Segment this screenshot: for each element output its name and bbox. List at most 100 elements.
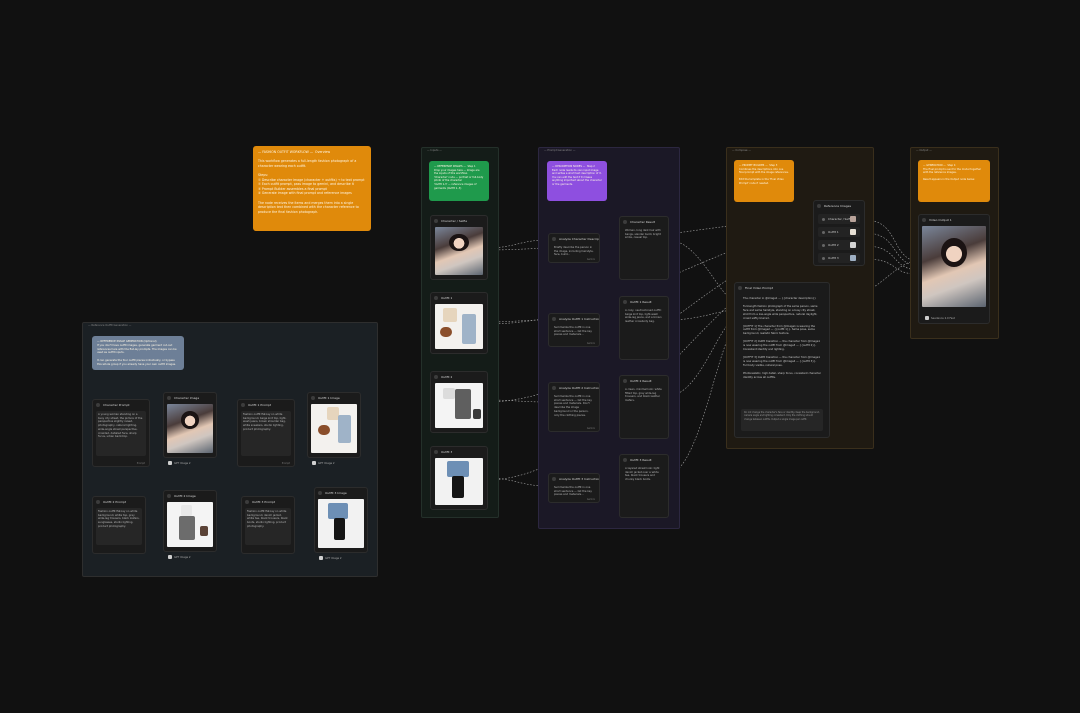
node-title: Character / Selfie [441,218,468,223]
outfit2-image-node[interactable]: Outfit 2 Image GPT Image 2 [163,490,217,559]
prompts-note[interactable]: — DESCRIPTION NODES — Step 2 Each node r… [547,161,607,201]
describe-outfit3-node[interactable]: Analyze Outfit 3 Instruction Summarize t… [548,473,600,503]
input-outfit1-image [435,304,483,349]
node-status-dot [96,402,100,407]
video-output-node[interactable]: Video Output 1 Seedance 2.0 Fast [918,214,990,324]
result-text: A layered street look: light denim jacke… [625,467,661,482]
node-status-dot [167,395,171,400]
outfit1-result-node[interactable]: Outfit 1 Result A cozy, neutral-toned ou… [619,296,669,360]
node-title: Outfit 2 Image [174,493,196,498]
final-prompt-node[interactable]: Final Video Prompt The character in @Ima… [734,282,830,438]
input-outfit2-node[interactable]: Outfit 2 [430,371,488,433]
node-footer: Gemini [586,258,595,261]
reference-generation-note-text: — REFERENCE IMAGE GENERATION (Optional) … [97,340,177,366]
outfit3-prompt-node[interactable]: Outfit 3 Prompt Fashion outfit flat-lay … [241,496,295,554]
prompts-note-text: — DESCRIPTION NODES — Step 2 Each node r… [552,165,602,186]
reference-row[interactable]: Outfit 1 [818,227,860,237]
node-status-dot [434,374,438,379]
reference-generation-note[interactable]: — REFERENCE IMAGE GENERATION (Optional) … [92,336,184,370]
input-character-node[interactable]: Character / Selfie [430,215,488,280]
node-status-dot [817,203,821,208]
describe-character-node[interactable]: Analyze Character Description Briefly de… [548,233,600,263]
workflow-canvas[interactable]: — FASHION OUTFIT WORKFLOW — Overview Thi… [0,0,1080,713]
prompt-text[interactable]: A young woman standing on a busy city st… [98,413,144,439]
node-title: Outfit 1 [441,295,453,300]
node-status-dot [434,295,438,300]
outfit2-prompt-node[interactable]: Outfit 2 Prompt Fashion outfit flat-lay … [92,496,146,554]
prompt-text[interactable]: Fashion outfit flat-lay on white backgro… [243,413,289,432]
node-title: Final Video Prompt [745,285,773,290]
input-outfit3-node[interactable]: Outfit 3 [430,446,488,510]
reference-images-node[interactable]: Reference Images Character / Selfie Outf… [813,200,865,266]
instruction-text[interactable]: Summarize the outfit in one short senten… [554,395,594,417]
outfit3-result-node[interactable]: Outfit 3 Result A layered street look: l… [619,454,669,518]
compose-note[interactable]: — PROMPT BUILDER — Step 3 Combines the d… [734,160,794,202]
compose-note-text: — PROMPT BUILDER — Step 3 Combines the d… [739,164,789,185]
model-icon [312,461,316,465]
outfit1-image-node[interactable]: Outfit 1 Image GPT Image 2 [307,392,361,465]
trousers-garment [452,476,464,498]
shoes-garment [473,409,481,419]
node-footer: Prompt [136,462,145,465]
instruction-text[interactable]: Summarize the outfit in one short senten… [554,326,594,337]
reference-row[interactable]: Outfit 3 [818,253,860,263]
instruction-text[interactable]: Summarize the outfit in one short senten… [554,486,594,497]
instruction-text[interactable]: Briefly describe the person in the image… [554,246,594,257]
group-title-compose: — Compose — [732,149,751,152]
model-icon [168,555,172,559]
node-title: Analyze Character Description [559,236,599,241]
group-title-inputs: — Inputs — [427,149,442,152]
node-title: Outfit 3 Result [630,457,652,462]
node-title: Outfit 1 Prompt [248,402,272,407]
top-garment [443,308,457,322]
node-status-dot [552,316,556,321]
result-text: A clean, minimal look: white fitted top,… [625,388,663,403]
input-outfit1-node[interactable]: Outfit 1 [430,292,488,354]
output-note[interactable]: — GENERATION — Step 4 The final prompt i… [918,160,990,202]
model-icon [168,461,172,465]
final-prompt-text[interactable]: The character in @Image1 — {{character d… [743,297,821,384]
overview-note[interactable]: — FASHION OUTFIT WORKFLOW — Overview Thi… [253,146,371,231]
character-image-node[interactable]: Character Image GPT Image 2 [163,392,217,465]
character-result-node[interactable]: Character Result Woman, long dark hair w… [619,216,669,280]
describe-outfit2-node[interactable]: Analyze Outfit 2 Instruction Summarize t… [548,382,600,432]
row-handle-icon [822,230,825,234]
trousers-garment [179,516,195,540]
node-title: Outfit 3 [441,449,453,454]
input-character-image [435,227,483,275]
node-title: Outfit 1 Image [318,395,340,400]
outfit1-image [311,404,357,453]
node-status-dot [434,449,438,454]
node-status-dot [623,219,627,224]
character-image [167,404,213,453]
node-title: Outfit 2 Prompt [103,499,127,504]
node-title: Outfit 3 Prompt [252,499,276,504]
outfit2-result-node[interactable]: Outfit 2 Result A clean, minimal look: w… [619,375,669,439]
node-status-dot [922,217,926,222]
node-title: Outfit 3 Image [325,490,347,495]
video-output-image [922,226,986,307]
input-outfit3-image [435,458,483,505]
inputs-note[interactable]: — REFERENCE IMAGES — Step 1 Drop your im… [429,161,489,201]
node-footer: Gemini [586,498,595,501]
input-outfit2-image [435,383,483,428]
node-title: Analyze Outfit 1 Instruction [559,316,599,321]
trousers-garment [334,518,345,540]
output-note-text: — GENERATION — Step 4 The final prompt i… [923,164,982,182]
outfit1-prompt-node[interactable]: Outfit 1 Prompt Fashion outfit flat-lay … [237,399,295,467]
outfit3-image-node[interactable]: Outfit 3 Image GPT Image 2 [314,487,368,560]
outfit3-image [318,499,364,548]
image-model-label: GPT Image 2 [319,556,342,560]
node-title: Analyze Outfit 3 Instruction [559,476,599,481]
node-status-dot [167,493,171,498]
node-title: Analyze Outfit 2 Instruction [559,385,599,390]
prompt-text[interactable]: Fashion outfit flat-lay on white backgro… [247,510,289,529]
inputs-note-text: — REFERENCE IMAGES — Step 1 Drop your im… [434,165,484,190]
reference-row[interactable]: Outfit 2 [818,240,860,250]
describe-outfit1-node[interactable]: Analyze Outfit 1 Instruction Summarize t… [548,313,600,347]
reference-row[interactable]: Character / Selfie [818,214,860,224]
video-model-label: Seedance 2.0 Fast [925,316,955,320]
prompt-text[interactable]: Fashion outfit flat-lay on white backgro… [98,510,140,529]
node-title: Outfit 2 Result [630,378,652,383]
character-prompt-node[interactable]: Character Prompt A young woman standing … [92,399,150,467]
